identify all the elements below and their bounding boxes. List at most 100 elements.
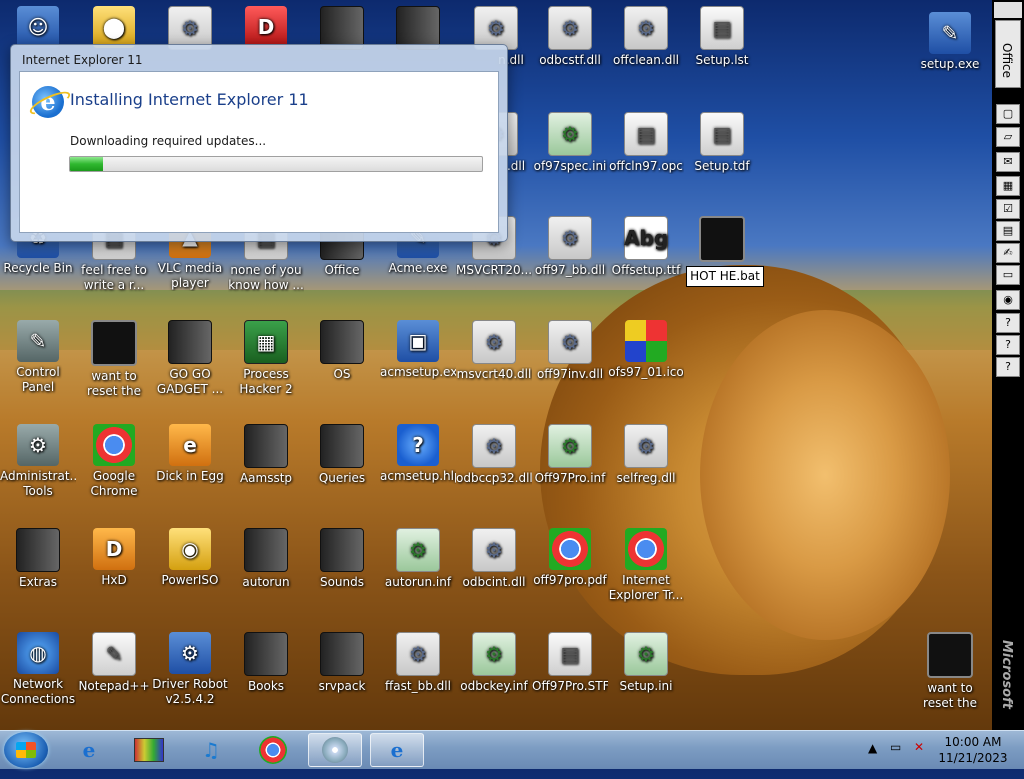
desktop-icon-admin-tools[interactable]: ⚙ Administrat... Tools (0, 424, 76, 499)
desktop-icon-autorun-inf[interactable]: ⚙ autorun.inf (380, 528, 456, 590)
folder-icon (16, 528, 60, 572)
file-icon: ▤ (700, 112, 744, 156)
desktop-icon-setup-tdf[interactable]: ▤ Setup.tdf (684, 112, 760, 174)
icon-label: acmsetup.hlp (380, 469, 456, 483)
dialog-client-area: e Installing Internet Explorer 11 Downlo… (19, 71, 499, 233)
desktop-icon-want-reset-1[interactable]: want to reset the vm lau... (76, 320, 152, 399)
volume-muted-icon[interactable]: ✕ (914, 740, 924, 778)
desktop-icon-off97pro-pdf[interactable]: off97pro.pdf (532, 528, 608, 588)
desktop-icon-offsetup-ttf[interactable]: Abg Offsetup.ttf (608, 216, 684, 278)
desktop-icon-srvpack[interactable]: srvpack (304, 632, 380, 694)
desktop-icon-notepadpp[interactable]: ✎ Notepad++ (76, 632, 152, 694)
desktop-icon-hxd[interactable]: D HxD (76, 528, 152, 588)
desktop-icon-ie-tr[interactable]: Internet Explorer Tr... (608, 528, 684, 603)
desktop-icon-network[interactable]: ◍ Network Connections (0, 632, 76, 707)
show-hidden-icons-arrow[interactable]: ▲ (868, 741, 877, 779)
icon-label: ffast_bb.dll (385, 679, 451, 693)
desktop-icon-process-hacker[interactable]: ▦ Process Hacker 2 (228, 320, 304, 397)
hex-editor-icon: D (93, 528, 135, 570)
taskbar-ie-pinned[interactable]: e (62, 733, 116, 767)
desktop-icon-aamsstp[interactable]: Aamsstp (228, 424, 304, 486)
desktop-icon-of97spec[interactable]: ⚙ of97spec.ini (532, 112, 608, 174)
calendar-icon[interactable]: ▦ (996, 176, 1020, 196)
file-icon: ▤ (624, 112, 668, 156)
icon-label: Notepad++ (78, 679, 150, 693)
icon-label: off97_bb.dll (534, 263, 606, 277)
taskbar-chrome-pinned[interactable] (246, 733, 300, 767)
desktop-icon-odbcstf[interactable]: ⚙ odbcstf.dll (532, 6, 608, 68)
desktop-icon-acmsetup-hlp[interactable]: ? acmsetup.hlp (380, 424, 456, 484)
desktop-icon-setup-exe[interactable]: ✎ setup.exe (912, 12, 988, 72)
new-document-icon[interactable]: ▢ (996, 104, 1020, 124)
start-button[interactable] (4, 732, 48, 768)
desktop-icon-msvcrt40[interactable]: ⚙ msvcrt40.dll (456, 320, 532, 382)
desktop-icon-hot-he-bat[interactable] (684, 216, 760, 265)
taskbar: e ♫ e ▲ ▭ ✕ 10:00 AM 11/21/2023 (0, 730, 1024, 769)
desktop-icon-acmsetup-exe[interactable]: ▣ acmsetup.exe (380, 320, 456, 380)
desktop-icon-driver-robot[interactable]: ⚙ Driver Robot v2.5.4.2 (152, 632, 228, 707)
office-bar-menu-button[interactable]: Office (995, 20, 1021, 88)
desktop-icon-off97pro-inf[interactable]: ⚙ Off97Pro.inf (532, 424, 608, 486)
help-icon-3[interactable]: ? (996, 357, 1020, 377)
desktop-icon-off97pro-stf[interactable]: ▤ Off97Pro.STF (532, 632, 608, 694)
icon-label: Sounds (319, 575, 365, 589)
desktop-icon-ffast-bb[interactable]: ⚙ ffast_bb.dll (380, 632, 456, 694)
desktop-icon-odbcint[interactable]: ⚙ odbcint.dll (456, 528, 532, 590)
desktop-icon-gogo[interactable]: GO GO GADGET ... (152, 320, 228, 397)
desktop-icon-setup-ini[interactable]: ⚙ Setup.ini (608, 632, 684, 694)
icon-label: Internet Explorer Tr... (608, 573, 684, 602)
icon-label: feel free to write a r... (81, 263, 147, 292)
task-icon[interactable]: ☑ (996, 199, 1020, 219)
open-document-icon[interactable]: ▱ (996, 127, 1020, 147)
desktop-icon-offcln97[interactable]: ▤ offcln97.opc (608, 112, 684, 174)
batch-file-icon (699, 216, 745, 262)
config-inf-icon: ⚙ (396, 528, 440, 572)
desktop-icon-offclean[interactable]: ⚙ offclean.dll (608, 6, 684, 68)
app-icon: ⬤ (93, 6, 135, 48)
help-icon-2[interactable]: ? (996, 335, 1020, 355)
icon-label: OS (333, 367, 351, 381)
desktop-icon-control-panel[interactable]: ✎ Control Panel (0, 320, 76, 395)
desktop-icon-odbccp32[interactable]: ⚙ odbccp32.dll (456, 424, 532, 486)
desktop-icon-want-reset-2[interactable]: want to reset the vm lau... (912, 632, 988, 711)
clock[interactable]: 10:00 AM 11/21/2023 (936, 734, 1010, 766)
desktop-icon-setup-lst[interactable]: ▤ Setup.lst (684, 6, 760, 68)
desktop-icon-selfreg[interactable]: ⚙ selfreg.dll (608, 424, 684, 486)
journal-icon[interactable]: ✍ (996, 243, 1020, 263)
desktop-icon-off97-bb[interactable]: ⚙ off97_bb.dll (532, 216, 608, 278)
desktop-icon-odbckey[interactable]: ⚙ odbckey.inf (456, 632, 532, 694)
desktop-icon-os[interactable]: OS (304, 320, 380, 382)
desktop-icon-books[interactable]: Books (228, 632, 304, 694)
office-bar-control-icon[interactable] (994, 2, 1022, 18)
icon-label: off97inv.dll (536, 367, 604, 381)
icon-label: VLC media player (157, 261, 223, 290)
network-tray-icon[interactable]: ▭ (890, 740, 901, 778)
batch-file-icon (927, 632, 973, 678)
config-ini-icon: ⚙ (548, 112, 592, 156)
desktop-icon-extras[interactable]: Extras (0, 528, 76, 590)
desktop-icon-off97inv[interactable]: ⚙ off97inv.dll (532, 320, 608, 382)
icon-label: want to reset the vm lau... (87, 369, 141, 398)
taskbar-ie-installer-running[interactable]: e (370, 733, 424, 767)
folder-icon (320, 632, 364, 676)
folder-icon (244, 632, 288, 676)
taskbar-setup-running[interactable] (308, 733, 362, 767)
desktop-icon-chrome[interactable]: Google Chrome (76, 424, 152, 499)
desktop-icon-poweriso[interactable]: ◉ PowerISO (152, 528, 228, 588)
ie-install-dialog[interactable]: Internet Explorer 11 e Installing Intern… (10, 44, 508, 242)
send-mail-icon[interactable]: ✉ (996, 152, 1020, 172)
note-icon[interactable]: ▭ (996, 265, 1020, 285)
cd-setup-icon (322, 737, 348, 763)
desktop-icon-dick-in-egg[interactable]: e Dick in Egg (152, 424, 228, 484)
contact-icon[interactable]: ▤ (996, 221, 1020, 241)
puzzle-icon (625, 320, 667, 362)
taskbar-media-pinned[interactable]: ♫ (184, 733, 238, 767)
desktop-icon-queries[interactable]: Queries (304, 424, 380, 486)
taskbar-winrar-pinned[interactable] (122, 733, 176, 767)
office-assistant-icon[interactable]: ◉ (996, 290, 1020, 310)
help-icon[interactable]: ? (996, 313, 1020, 333)
desktop-icon-ofs97-01[interactable]: ofs97_01.ico (608, 320, 684, 380)
desktop-icon-sounds[interactable]: Sounds (304, 528, 380, 590)
rename-input[interactable] (686, 266, 764, 287)
desktop-icon-autorun[interactable]: autorun (228, 528, 304, 590)
